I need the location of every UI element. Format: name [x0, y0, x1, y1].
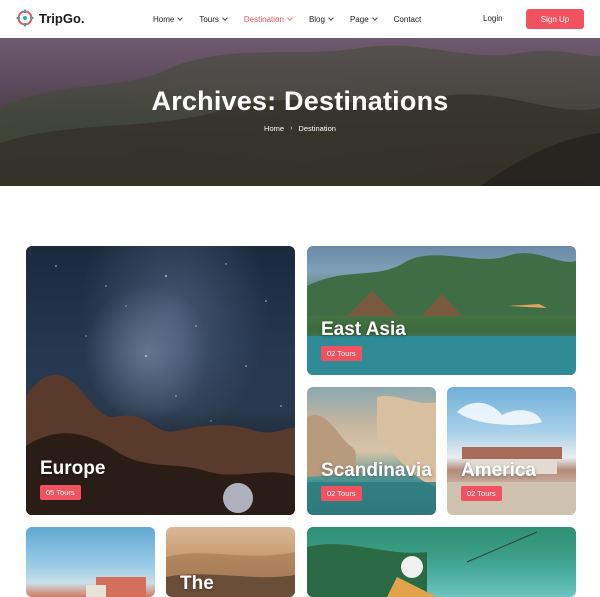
- breadcrumb: Home › Destination: [0, 124, 600, 133]
- nav-item-label: Destination: [243, 14, 284, 24]
- destination-card-america[interactable]: America 02 Tours: [447, 387, 576, 515]
- tour-count-badge: 02 Tours: [461, 486, 502, 501]
- destination-title: East Asia: [321, 319, 406, 340]
- destination-card[interactable]: The: [166, 527, 295, 597]
- destination-card-east-asia[interactable]: East Asia 02 Tours: [307, 246, 576, 375]
- nav-item-label: Page: [349, 14, 369, 24]
- main-nav: Home Tours Destination Blog Page Contact: [153, 0, 438, 38]
- chevron-down-icon: [177, 14, 184, 21]
- chevron-down-icon: [328, 14, 334, 21]
- breadcrumb-home[interactable]: Home: [264, 124, 284, 133]
- nav-item-tours[interactable]: Tours: [199, 14, 228, 24]
- paragliding-image: [307, 531, 538, 597]
- chevron-down-icon: [371, 14, 378, 21]
- destination-title: America: [461, 460, 536, 481]
- nav-item-label: Home: [153, 14, 175, 24]
- sign-up-button[interactable]: Sign Up: [526, 9, 584, 29]
- seaside-town-image: [86, 577, 146, 597]
- login-link[interactable]: Login: [483, 14, 503, 23]
- brand-name: TripGo.: [39, 10, 85, 26]
- nav-item-contact[interactable]: Contact: [394, 15, 422, 24]
- destination-card-scandinavia[interactable]: Scandinavia 02 Tours: [307, 387, 436, 515]
- chevron-right-icon: ›: [290, 125, 293, 132]
- nav-item-label: Tours: [199, 14, 219, 24]
- nav-item-destination[interactable]: Destination: [243, 14, 293, 24]
- chevron-down-icon: [222, 14, 228, 21]
- chevron-down-icon: [287, 14, 293, 21]
- destination-title: The: [180, 573, 214, 594]
- page-title: Archives: Destinations: [151, 86, 449, 116]
- destination-title: Scandinavia: [321, 460, 432, 481]
- brand-logo[interactable]: TripGo.: [16, 9, 85, 27]
- nav-item-home[interactable]: Home: [153, 14, 184, 24]
- destination-card-europe[interactable]: Europe 05 Tours: [26, 246, 295, 515]
- nav-item-page[interactable]: Page: [349, 14, 378, 24]
- destination-title: Europe: [40, 458, 106, 479]
- tour-count-badge: 02 Tours: [321, 346, 362, 361]
- destination-card[interactable]: [307, 527, 576, 597]
- destination-card[interactable]: [26, 527, 155, 597]
- tour-count-badge: 02 Tours: [321, 486, 362, 501]
- nav-item-label: Contact: [393, 14, 422, 24]
- nav-item-label: Blog: [308, 14, 325, 24]
- top-navbar: TripGo. Home Tours Destination Blog Page…: [0, 0, 600, 38]
- breadcrumb-current: Destination: [298, 124, 336, 133]
- nav-item-blog[interactable]: Blog: [308, 14, 334, 24]
- tour-count-badge: 05 Tours: [40, 485, 81, 500]
- page-hero: Archives: Destinations Home › Destinatio…: [0, 38, 600, 186]
- compass-logo-icon: [16, 9, 34, 27]
